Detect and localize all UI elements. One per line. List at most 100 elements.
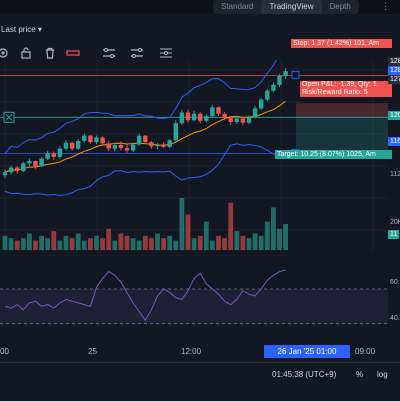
- candle: [167, 139, 172, 149]
- clock[interactable]: 01:45:38 (UTC+9): [272, 370, 336, 379]
- volume-bar: [81, 240, 87, 250]
- candle-body: [88, 135, 93, 143]
- candle-body: [100, 137, 105, 144]
- candle: [112, 143, 117, 152]
- more-icon[interactable]: ⋮: [381, 1, 390, 12]
- volume-bar: [118, 233, 124, 250]
- volume-bar: [210, 240, 215, 250]
- candle-body: [259, 99, 264, 109]
- bollinger-lower: [4, 143, 286, 196]
- volume-bar: [130, 238, 136, 250]
- target-zone: [296, 117, 388, 158]
- volume-bar: [155, 233, 160, 250]
- tab-tradingview[interactable]: TradingView: [261, 0, 322, 14]
- stop-zone: [296, 103, 388, 118]
- candle-body: [173, 123, 178, 141]
- volume-bar: [246, 238, 252, 250]
- candle-body: [149, 142, 154, 147]
- candle-body: [222, 113, 227, 118]
- candle: [8, 165, 14, 175]
- volume-bar: [173, 240, 179, 250]
- volume-bar: [69, 238, 75, 250]
- candle-body: [283, 71, 288, 76]
- volume-bar: [240, 235, 246, 250]
- position-short-icon[interactable]: [130, 46, 144, 60]
- candle-body: [21, 163, 26, 172]
- candle-body: [161, 144, 166, 147]
- candle: [179, 109, 185, 125]
- position-long-icon[interactable]: [102, 46, 116, 60]
- volume-bar: [124, 235, 130, 250]
- volume-bar: [33, 240, 38, 250]
- volume-bar: [271, 207, 276, 250]
- candle: [173, 120, 178, 142]
- trash-icon[interactable]: [43, 46, 57, 60]
- candle-body: [82, 135, 87, 141]
- candle: [45, 151, 50, 161]
- candle: [198, 112, 203, 124]
- volume-bar: [45, 238, 51, 250]
- stop-loss-icon[interactable]: [66, 46, 80, 60]
- candle: [69, 141, 75, 151]
- candle: [100, 136, 105, 146]
- volume-bar: [75, 233, 81, 250]
- candle: [76, 139, 81, 150]
- candle: [210, 104, 215, 118]
- tab-depth[interactable]: Depth: [322, 0, 359, 14]
- candle-body: [155, 144, 160, 147]
- volume-bar: [100, 238, 105, 250]
- candle: [149, 140, 154, 149]
- candle: [265, 88, 270, 102]
- volume-bar: [14, 240, 20, 250]
- candle-body: [252, 108, 258, 118]
- candle: [191, 110, 197, 122]
- candle-body: [63, 142, 69, 149]
- log-toggle[interactable]: log: [377, 370, 388, 379]
- candle-body: [191, 113, 197, 121]
- time-label-3: 12:00: [181, 347, 202, 356]
- volume-bar: [39, 235, 44, 250]
- candle-body: [112, 145, 117, 149]
- candle: [124, 144, 130, 153]
- candle: [106, 140, 111, 151]
- price-chart[interactable]: [0, 60, 400, 252]
- time-axis[interactable]: 00 25 12:00 26 Jan '25 01:00 09:00: [0, 344, 400, 360]
- tab-standard[interactable]: Standard: [213, 0, 261, 14]
- candle: [57, 146, 63, 159]
- candle: [259, 97, 264, 111]
- candle: [185, 109, 191, 123]
- settings-icon[interactable]: [0, 46, 10, 60]
- time-label-4: 09:00: [355, 347, 376, 356]
- candle: [2, 169, 8, 179]
- candle-body: [124, 148, 130, 151]
- candle-body: [33, 161, 38, 167]
- crosshair-time-label: 26 Jan '25 01:00: [264, 345, 350, 358]
- risk-reward-icon[interactable]: [159, 46, 173, 60]
- candle-body: [143, 135, 148, 143]
- volume-bar: [222, 238, 227, 250]
- volume-bar: [149, 238, 154, 250]
- candle: [216, 106, 221, 117]
- candle-body: [118, 145, 124, 149]
- candle: [155, 142, 160, 150]
- rsi-panel[interactable]: [0, 262, 400, 342]
- candle: [15, 166, 20, 174]
- candle: [94, 135, 99, 144]
- volume-bar: [216, 235, 221, 250]
- candle-body: [271, 84, 276, 91]
- candle-body: [167, 140, 172, 147]
- volume-bar: [2, 235, 8, 250]
- candle-body: [69, 142, 75, 149]
- volume-bar: [197, 235, 203, 250]
- volume-bar: [179, 198, 185, 250]
- volume-bar: [161, 238, 166, 250]
- candle-body: [137, 135, 142, 145]
- price-type-select[interactable]: Last price ▾: [1, 25, 42, 34]
- unlock-icon[interactable]: [19, 46, 33, 60]
- candle: [271, 82, 276, 93]
- candle-body: [94, 137, 99, 143]
- volume-bar: [88, 238, 93, 250]
- volume-bar: [185, 214, 191, 250]
- percent-toggle[interactable]: %: [356, 370, 363, 379]
- candle: [137, 133, 142, 146]
